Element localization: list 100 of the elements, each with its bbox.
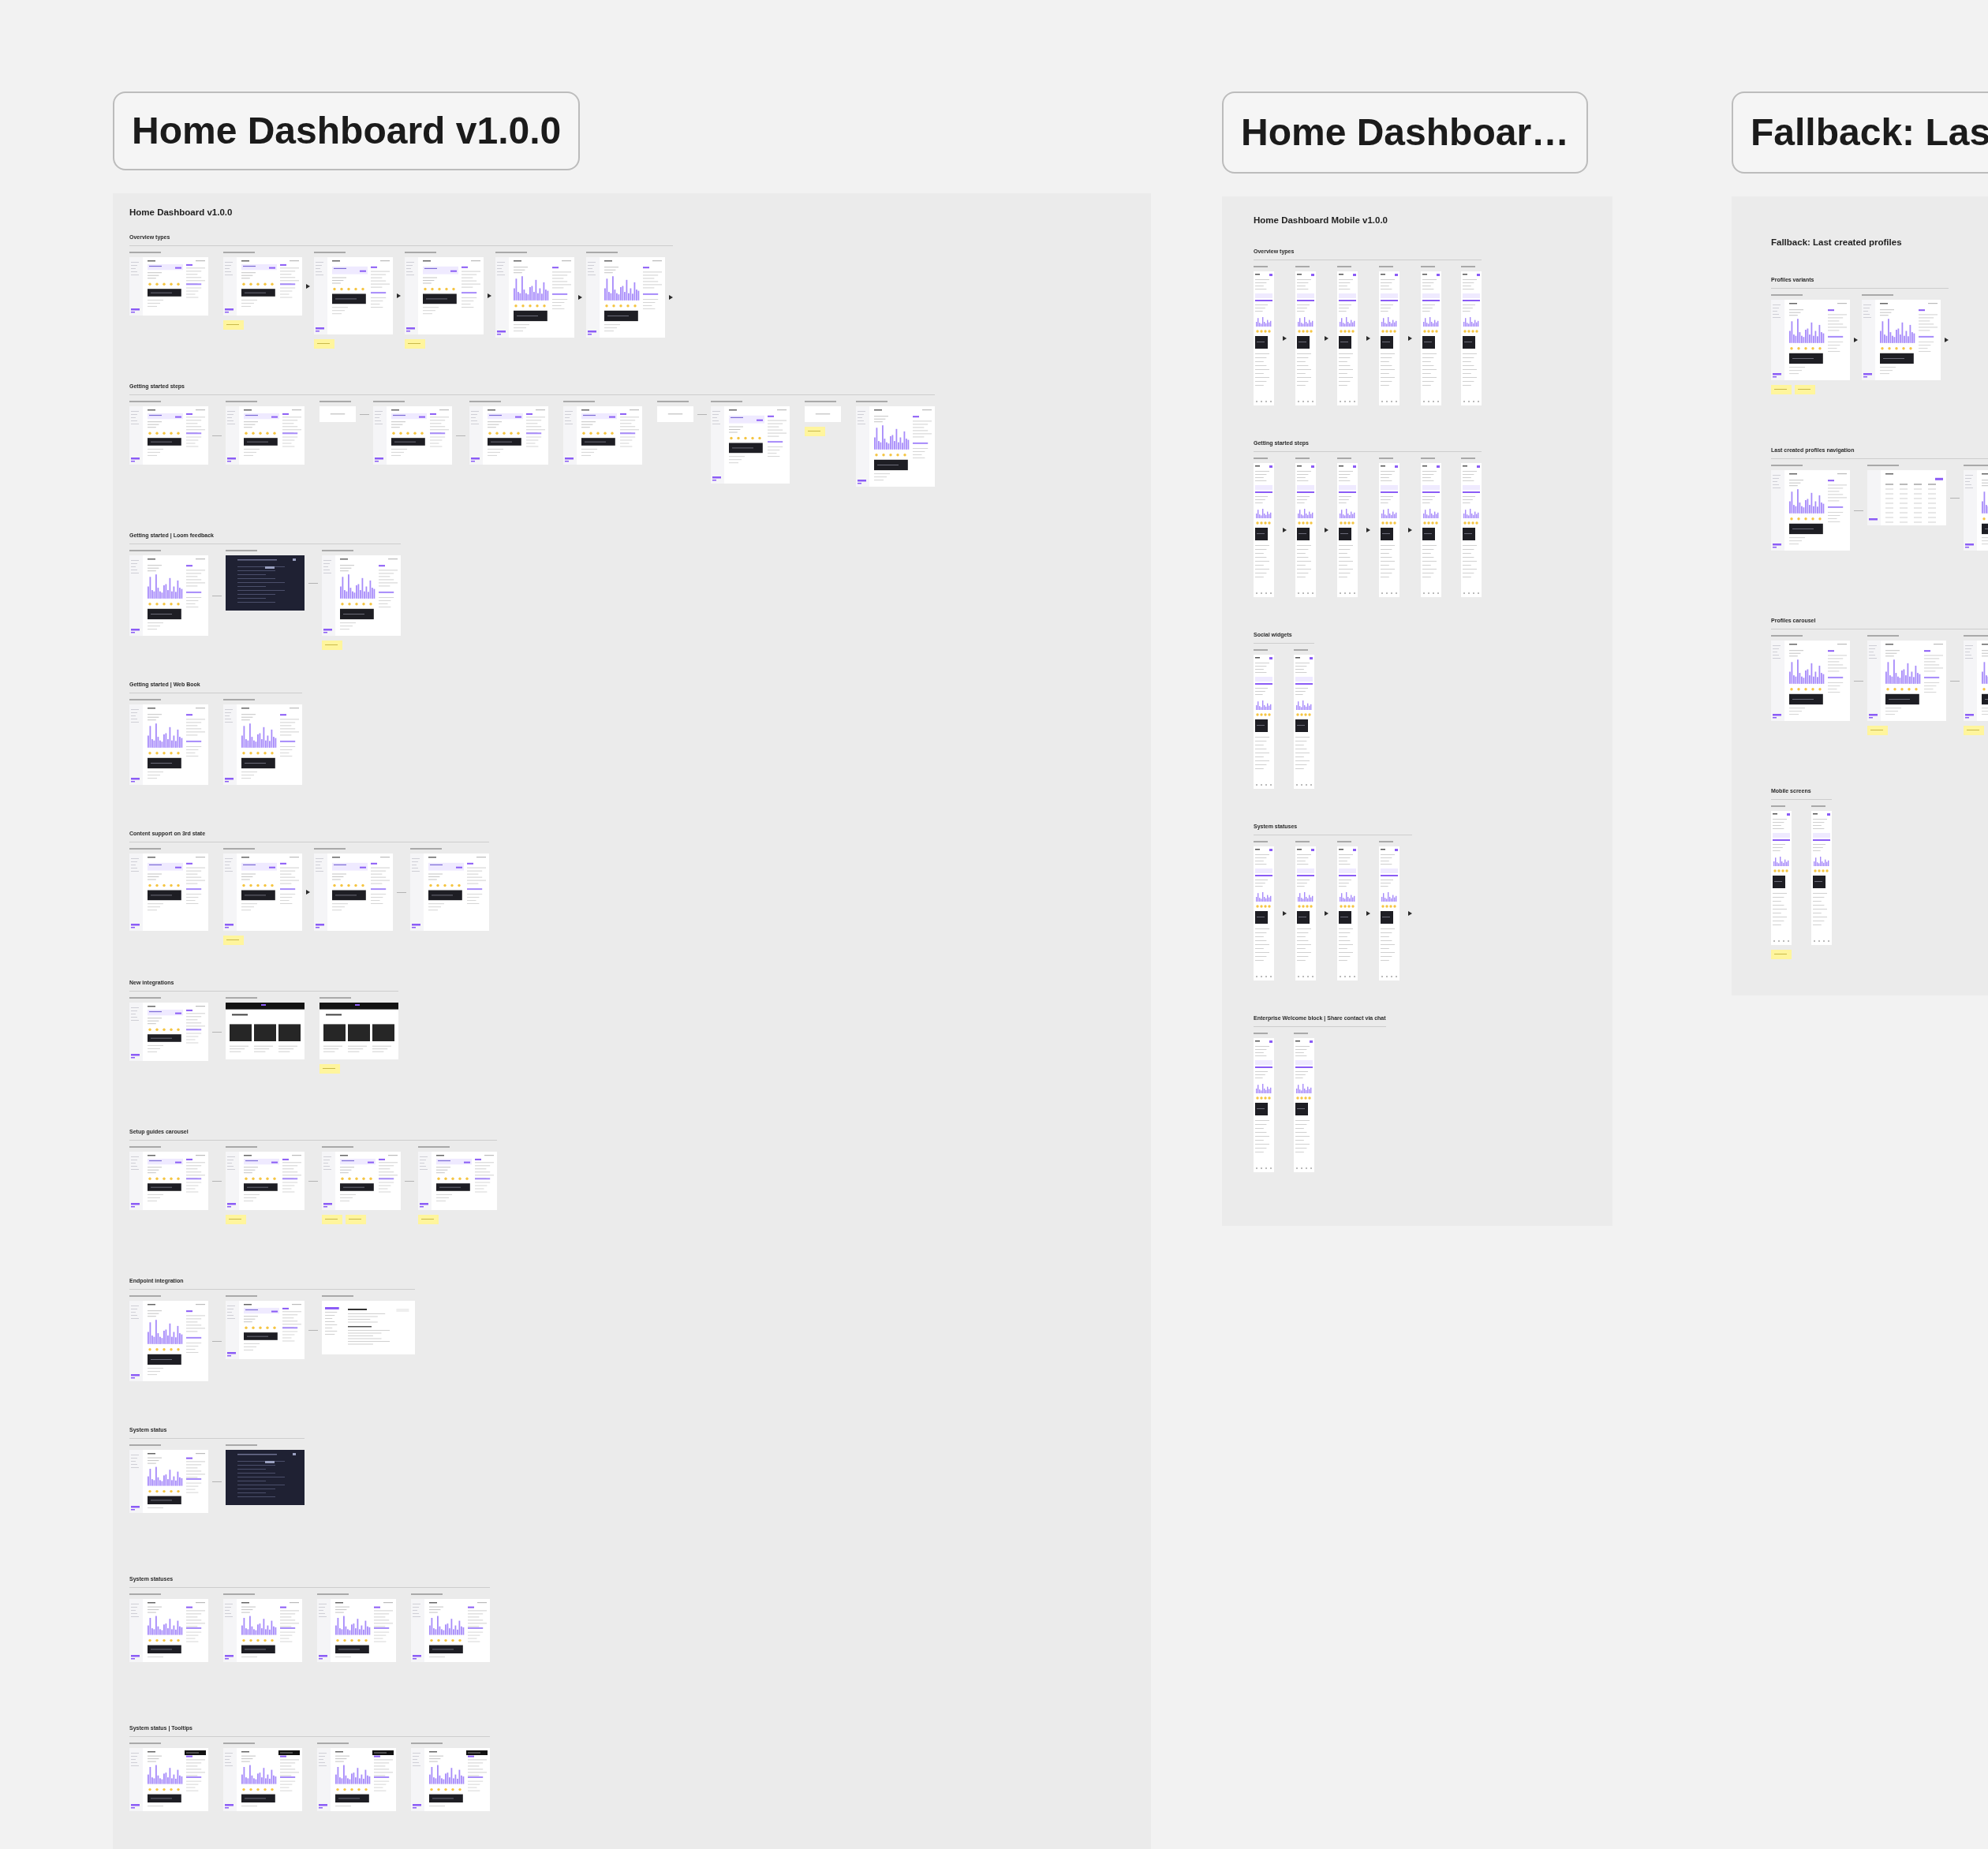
caption-line	[314, 252, 346, 253]
connector-line	[405, 1181, 414, 1182]
arrowhead-icon	[1945, 338, 1949, 342]
caption-line	[1379, 458, 1393, 459]
arrowhead-icon	[1366, 911, 1370, 916]
arrowhead-icon	[397, 293, 401, 298]
caption-line	[1254, 458, 1268, 459]
caption-line	[410, 848, 442, 850]
caption-line	[1867, 465, 1899, 466]
caption-line	[223, 848, 255, 850]
caption-line	[226, 550, 257, 551]
caption-line	[1254, 841, 1268, 842]
connector-line	[212, 1181, 222, 1182]
arrowhead-icon	[488, 293, 491, 298]
caption-line	[129, 1146, 161, 1148]
caption-line	[1254, 266, 1268, 267]
arrowhead-icon	[1325, 911, 1328, 916]
caption-line	[322, 550, 353, 551]
arrowhead-icon	[1325, 528, 1328, 532]
board-label: Home Dashboar…	[1222, 92, 1589, 174]
caption-line	[320, 997, 351, 999]
caption-line	[226, 1146, 257, 1148]
caption-line	[373, 401, 405, 402]
caption-line	[1294, 1033, 1308, 1034]
board-title: Fallback: Last created profiles	[1771, 237, 1902, 247]
arrowhead-icon	[306, 284, 310, 289]
caption-line	[129, 699, 161, 700]
board-title: Home Dashboard Mobile v1.0.0	[1254, 215, 1388, 225]
arrowhead-icon	[1325, 336, 1328, 341]
caption-line	[1811, 805, 1825, 807]
caption-line	[129, 1743, 161, 1744]
caption-line	[129, 1295, 161, 1297]
arrowhead-icon	[1408, 528, 1412, 532]
caption-line	[223, 1593, 255, 1595]
arrowhead-icon	[1283, 528, 1287, 532]
caption-line	[1461, 458, 1475, 459]
caption-line	[1379, 266, 1393, 267]
blank-card-drawing	[805, 406, 841, 422]
connector-line	[308, 1330, 318, 1331]
connector-line	[308, 1181, 318, 1182]
caption-line	[856, 401, 888, 402]
connector-line	[1950, 498, 1960, 499]
caption-line	[129, 848, 161, 850]
connector-line	[360, 414, 369, 415]
caption-line	[129, 1593, 161, 1595]
caption-line	[1421, 458, 1435, 459]
caption-line	[1294, 649, 1308, 651]
caption-line	[1964, 635, 1988, 637]
caption-line	[1771, 294, 1803, 296]
connector-line	[212, 1341, 222, 1342]
caption-line	[1964, 465, 1988, 466]
arrowhead-icon	[669, 295, 673, 300]
caption-line	[563, 401, 595, 402]
caption-line	[469, 401, 501, 402]
caption-line	[1337, 266, 1351, 267]
connector-line	[308, 583, 318, 584]
caption-line	[1771, 465, 1803, 466]
caption-line	[129, 550, 161, 551]
connector-line	[1854, 510, 1863, 511]
caption-line	[223, 252, 255, 253]
caption-line	[495, 252, 527, 253]
caption-line	[805, 401, 836, 402]
connector-line	[1854, 681, 1863, 682]
arrowhead-icon	[578, 295, 582, 300]
connector-line	[697, 414, 707, 415]
caption-line	[320, 401, 351, 402]
connector-line	[212, 1481, 222, 1482]
caption-line	[1337, 841, 1351, 842]
caption-line	[322, 1295, 353, 1297]
caption-line	[317, 1593, 349, 1595]
connector-line	[456, 435, 465, 436]
arrowhead-icon	[1283, 336, 1287, 341]
caption-line	[223, 699, 255, 700]
caption-line	[322, 1146, 353, 1148]
caption-line	[1771, 635, 1803, 637]
caption-line	[1867, 635, 1899, 637]
caption-line	[1295, 266, 1310, 267]
arrowhead-icon	[1366, 336, 1370, 341]
board-title: Home Dashboard v1.0.0	[129, 207, 233, 217]
connector-line	[212, 1032, 222, 1033]
caption-line	[226, 401, 257, 402]
caption-line	[129, 401, 161, 402]
caption-line	[317, 1743, 349, 1744]
caption-line	[657, 401, 689, 402]
caption-line	[418, 1146, 450, 1148]
caption-line	[129, 252, 161, 253]
arrowhead-icon	[1283, 911, 1287, 916]
caption-line	[586, 252, 618, 253]
caption-line	[223, 1743, 255, 1744]
arrowhead-icon	[1854, 338, 1858, 342]
caption-line	[226, 1444, 257, 1446]
caption-line	[226, 1295, 257, 1297]
connector-line	[397, 892, 406, 893]
caption-line	[314, 848, 346, 850]
arrowhead-icon	[1366, 528, 1370, 532]
board-label: Home Dashboard v1.0.0	[113, 92, 581, 170]
arrowhead-icon	[1408, 911, 1412, 916]
caption-line	[1254, 1033, 1268, 1034]
caption-line	[1862, 294, 1893, 296]
caption-line	[226, 997, 257, 999]
